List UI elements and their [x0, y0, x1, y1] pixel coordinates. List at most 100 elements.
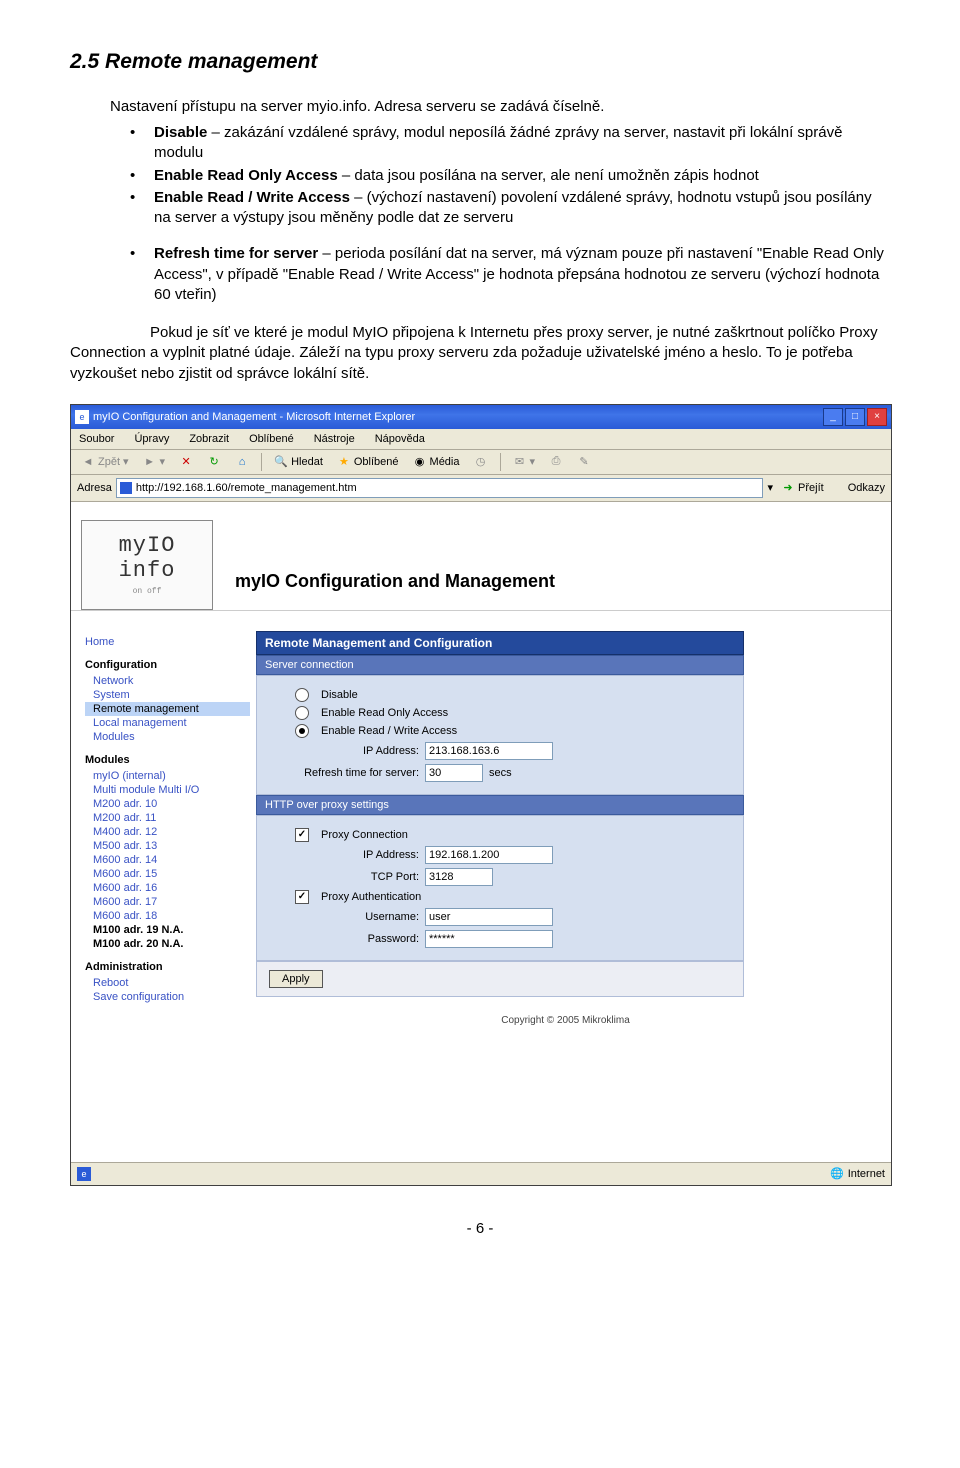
nav-module-item[interactable]: M600 adr. 18	[85, 909, 250, 923]
menu-zobrazit[interactable]: Zobrazit	[185, 431, 233, 447]
menu-nápověda[interactable]: Nápověda	[371, 431, 429, 447]
menu-soubor[interactable]: Soubor	[75, 431, 118, 447]
url-field[interactable]: http://192.168.1.60/remote_management.ht…	[116, 478, 764, 498]
nav-module-item[interactable]: M200 adr. 10	[85, 797, 250, 811]
apply-button[interactable]: Apply	[269, 970, 323, 988]
separator	[500, 453, 501, 471]
menu-úpravy[interactable]: Úpravy	[130, 431, 173, 447]
addr-dropdown-icon[interactable]: ▾	[767, 481, 773, 494]
radio-icon[interactable]	[295, 724, 309, 738]
nav-home[interactable]: Home	[85, 635, 250, 649]
zone-label: Internet	[848, 1168, 885, 1180]
refresh-unit: secs	[489, 767, 512, 779]
nav-module-item: M100 adr. 19 N.A.	[85, 923, 250, 937]
radio-icon[interactable]	[295, 706, 309, 720]
dropdown-icon: ▾	[123, 455, 129, 468]
list-item: •Enable Read Only Access – data jsou pos…	[130, 166, 890, 186]
go-icon: ➜	[781, 481, 795, 495]
nav-module-item[interactable]: M600 adr. 17	[85, 895, 250, 909]
favorites-button[interactable]: ★ Oblíbené	[333, 453, 403, 471]
password-label: Password:	[269, 933, 419, 945]
nav-config-network[interactable]: Network	[85, 674, 250, 688]
status-bar: e 🌐 Internet	[71, 1162, 891, 1185]
list-item: •Enable Read / Write Access – (výchozí n…	[130, 188, 890, 229]
sidebar: Home Configuration NetworkSystemRemote m…	[71, 611, 256, 1131]
star-icon: ★	[337, 455, 351, 469]
nav-module-item[interactable]: M400 adr. 12	[85, 825, 250, 839]
main-panel: Remote Management and Configuration Serv…	[256, 611, 891, 1131]
edit-button[interactable]: ✎	[573, 453, 595, 471]
window-buttons: _ □ ×	[823, 408, 887, 426]
page-content: myIO info on off myIO Configuration and …	[71, 502, 891, 1162]
refresh-button[interactable]: ↻	[203, 453, 225, 471]
stop-button[interactable]: ✕	[175, 453, 197, 471]
proxy-port-label: TCP Port:	[269, 871, 419, 883]
radio-readwrite-label: Enable Read / Write Access	[321, 725, 457, 737]
history-button[interactable]: ◷	[470, 453, 492, 471]
search-button[interactable]: 🔍 Hledat	[270, 453, 327, 471]
nav-admin-save-configuration[interactable]: Save configuration	[85, 990, 250, 1004]
minimize-button[interactable]: _	[823, 408, 843, 426]
radio-disable[interactable]: Disable	[269, 688, 731, 702]
proxy-ip-label: IP Address:	[269, 849, 419, 861]
checkbox-icon[interactable]	[295, 890, 309, 904]
logo: myIO info on off	[81, 520, 213, 610]
logo-line1: myIO	[119, 533, 176, 558]
go-button[interactable]: ➜ Přejít	[777, 481, 828, 495]
address-label: Adresa	[77, 482, 112, 494]
nav-admin-reboot[interactable]: Reboot	[85, 976, 250, 990]
nav-config-system[interactable]: System	[85, 688, 250, 702]
nav-admin-head: Administration	[85, 961, 250, 973]
back-button[interactable]: ◄ Zpět ▾	[77, 453, 133, 471]
print-button[interactable]: ⎙	[545, 453, 567, 471]
menu-oblíbené[interactable]: Oblíbené	[245, 431, 298, 447]
separator	[261, 453, 262, 471]
nav-module-item[interactable]: M600 adr. 15	[85, 867, 250, 881]
proxy-ip-input[interactable]: 192.168.1.200	[425, 846, 553, 864]
proxy-connection-check[interactable]: Proxy Connection	[269, 828, 731, 842]
search-label: Hledat	[291, 456, 323, 468]
address-bar: Adresa http://192.168.1.60/remote_manage…	[71, 475, 891, 502]
edit-icon: ✎	[577, 455, 591, 469]
refresh-icon: ↻	[207, 455, 221, 469]
menu-nástroje[interactable]: Nástroje	[310, 431, 359, 447]
mail-button[interactable]: ✉▾	[509, 453, 540, 471]
stop-icon: ✕	[179, 455, 193, 469]
ip-input[interactable]: 213.168.163.6	[425, 742, 553, 760]
nav-module-item[interactable]: M600 adr. 14	[85, 853, 250, 867]
go-label: Přejít	[798, 482, 824, 494]
search-icon: 🔍	[274, 455, 288, 469]
nav-config-modules[interactable]: Modules	[85, 730, 250, 744]
nav-config-remote-management[interactable]: Remote management	[85, 702, 250, 716]
proxy-auth-check[interactable]: Proxy Authentication	[269, 890, 731, 904]
nav-module-item[interactable]: Multi module Multi I/O	[85, 783, 250, 797]
proxy-body: Proxy Connection IP Address: 192.168.1.2…	[256, 815, 744, 961]
radio-readwrite[interactable]: Enable Read / Write Access	[269, 724, 731, 738]
section-title: 2.5 Remote management	[70, 50, 890, 74]
proxy-port-input[interactable]: 3128	[425, 868, 493, 886]
globe-icon: 🌐	[830, 1167, 844, 1180]
username-label: Username:	[269, 911, 419, 923]
refresh-input[interactable]: 30	[425, 764, 483, 782]
nav-module-item[interactable]: M600 adr. 16	[85, 881, 250, 895]
links-label[interactable]: Odkazy	[848, 482, 885, 494]
radio-disable-label: Disable	[321, 689, 358, 701]
nav-module-item[interactable]: myIO (internal)	[85, 769, 250, 783]
password-input[interactable]: ******	[425, 930, 553, 948]
close-button[interactable]: ×	[867, 408, 887, 426]
username-input[interactable]: user	[425, 908, 553, 926]
media-button[interactable]: ◉ Média	[409, 453, 464, 471]
subhead-server-connection: Server connection	[256, 655, 744, 675]
checkbox-icon[interactable]	[295, 828, 309, 842]
list-item: •Refresh time for server – perioda posíl…	[130, 244, 890, 305]
home-button[interactable]: ⌂	[231, 453, 253, 471]
radio-icon[interactable]	[295, 688, 309, 702]
radio-readonly[interactable]: Enable Read Only Access	[269, 706, 731, 720]
nav-module-item[interactable]: M200 adr. 11	[85, 811, 250, 825]
nav-module-item[interactable]: M500 adr. 13	[85, 839, 250, 853]
nav-config-local-management[interactable]: Local management	[85, 716, 250, 730]
back-label: Zpět	[98, 456, 120, 468]
proxy-conn-label: Proxy Connection	[321, 829, 408, 841]
forward-button[interactable]: ► ▾	[139, 453, 170, 471]
maximize-button[interactable]: □	[845, 408, 865, 426]
